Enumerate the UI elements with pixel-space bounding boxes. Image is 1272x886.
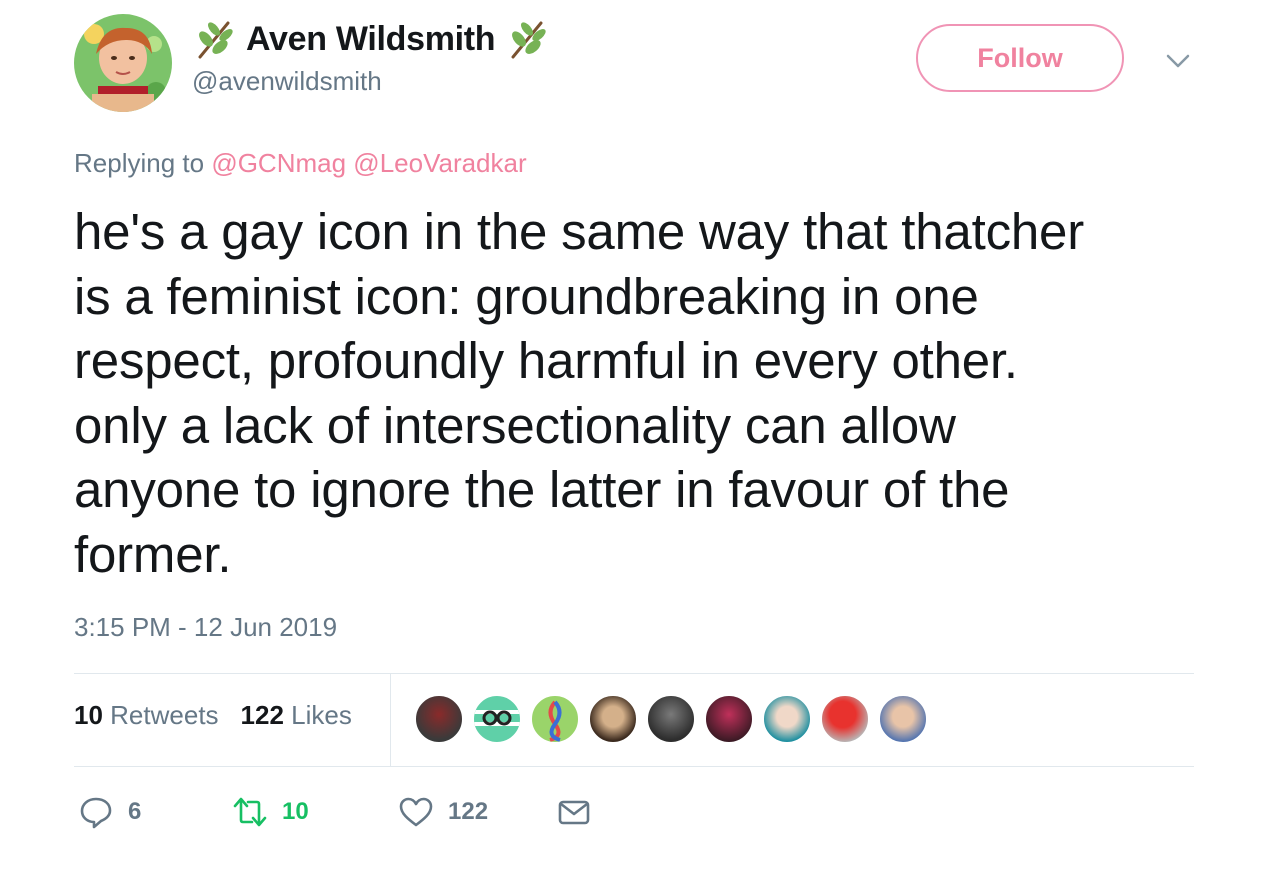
retweet-button[interactable]: 10 bbox=[232, 790, 309, 834]
liker-avatar[interactable] bbox=[588, 694, 638, 744]
sprig-icon bbox=[198, 21, 233, 59]
reply-count: 6 bbox=[128, 798, 142, 825]
liker-avatars bbox=[414, 694, 936, 744]
user-handle[interactable]: @avenwildsmith bbox=[192, 66, 382, 97]
like-count: 122 bbox=[448, 798, 489, 825]
mention-link[interactable]: @GCNmag bbox=[211, 148, 346, 178]
like-button[interactable]: 122 bbox=[398, 790, 488, 834]
chevron-down-icon[interactable] bbox=[1163, 48, 1193, 74]
follow-button[interactable]: Follow bbox=[916, 24, 1124, 92]
retweets-stat[interactable]: 10 Retweets bbox=[74, 700, 219, 731]
reply-button[interactable]: 6 bbox=[78, 790, 141, 834]
retweets-count: 10 bbox=[74, 700, 103, 730]
envelope-icon bbox=[558, 800, 590, 825]
liker-avatar[interactable] bbox=[414, 694, 464, 744]
likes-stat[interactable]: 122 Likes bbox=[241, 700, 352, 731]
display-name[interactable]: Aven Wildsmith bbox=[246, 20, 496, 59]
tweet-text: he's a gay icon in the same way that tha… bbox=[74, 203, 1084, 583]
reply-icon bbox=[80, 797, 112, 829]
tweet-timestamp[interactable]: 3:15 PM - 12 Jun 2019 bbox=[74, 612, 337, 643]
replying-to: Replying to @GCNmag @LeoVaradkar bbox=[74, 148, 527, 179]
liker-avatar[interactable] bbox=[704, 694, 754, 744]
liker-avatar[interactable] bbox=[820, 694, 870, 744]
likes-label: Likes bbox=[291, 700, 352, 730]
retweets-label: Retweets bbox=[110, 700, 219, 730]
retweet-count: 10 bbox=[282, 798, 309, 825]
liker-avatar[interactable] bbox=[646, 694, 696, 744]
tweet-stats: 10 Retweets 122 Likes bbox=[74, 700, 352, 731]
replying-to-label: Replying to bbox=[74, 148, 205, 178]
direct-message-button[interactable] bbox=[556, 790, 592, 834]
divider bbox=[74, 673, 1194, 674]
liker-avatar[interactable] bbox=[878, 694, 928, 744]
heart-icon bbox=[399, 797, 433, 827]
liker-avatar[interactable] bbox=[762, 694, 812, 744]
retweet-icon bbox=[233, 797, 267, 827]
liker-avatar[interactable] bbox=[472, 694, 522, 744]
divider bbox=[390, 674, 391, 766]
sprig-icon bbox=[511, 21, 546, 59]
user-name-row: Aven Wildsmith bbox=[192, 14, 549, 64]
divider bbox=[74, 766, 1194, 767]
mention-link[interactable]: @LeoVaradkar bbox=[353, 148, 526, 178]
likes-count: 122 bbox=[240, 700, 284, 730]
liker-avatar[interactable] bbox=[530, 694, 580, 744]
avatar[interactable] bbox=[74, 14, 172, 112]
